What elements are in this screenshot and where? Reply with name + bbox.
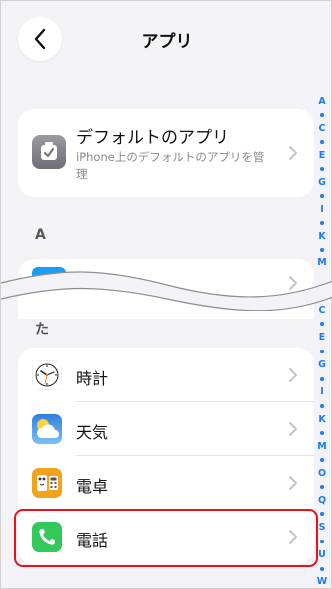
index-dot	[320, 167, 324, 171]
section-index-bottom[interactable]: C E G I K M O Q S U W	[316, 304, 328, 589]
section-index-top[interactable]: A C E G I K M	[316, 95, 328, 270]
chevron-right-icon	[289, 476, 297, 490]
index-letter[interactable]: W	[317, 575, 327, 589]
default-apps-title: デフォルトのアプリ	[76, 128, 229, 148]
index-letter[interactable]: C	[319, 122, 326, 136]
index-dot	[320, 247, 324, 252]
index-letter[interactable]: K	[318, 230, 325, 244]
app-row-clock[interactable]: 時計	[18, 348, 314, 402]
highlight-frame	[14, 509, 318, 567]
index-letter[interactable]: I	[320, 385, 324, 399]
index-dot	[320, 539, 324, 544]
index-letter[interactable]: G	[318, 176, 326, 190]
weather-icon	[32, 414, 62, 444]
index-dot	[320, 113, 324, 118]
app-name: 天気	[76, 423, 109, 442]
app-row-calculator[interactable]: 電卓	[18, 456, 314, 510]
app-name: 時計	[76, 369, 109, 388]
index-letter[interactable]: M	[317, 256, 326, 270]
index-dot	[320, 566, 324, 571]
section-header-a: A	[35, 227, 46, 243]
checkmark-badge-icon	[32, 135, 66, 169]
index-letter[interactable]: M	[317, 440, 326, 454]
index-letter[interactable]: S	[319, 521, 326, 535]
index-dot	[320, 512, 324, 517]
index-dot	[320, 403, 324, 408]
index-letter[interactable]: C	[319, 304, 326, 318]
chevron-right-icon	[289, 422, 297, 436]
page-title: アプリ	[141, 32, 193, 52]
calculator-icon	[32, 468, 62, 498]
chevron-right-icon	[289, 146, 297, 160]
index-dot	[320, 376, 324, 381]
default-apps-description: iPhone上のデフォルトのアプリを管理	[76, 150, 265, 181]
tear-separator	[1, 271, 332, 311]
chevron-right-icon	[289, 368, 297, 382]
index-letter[interactable]: A	[318, 95, 325, 109]
index-dot	[320, 349, 324, 354]
index-letter[interactable]: E	[319, 331, 326, 345]
index-dot	[320, 194, 324, 198]
index-letter[interactable]: U	[318, 548, 326, 562]
section-header-ta: た	[35, 322, 49, 338]
app-row-weather[interactable]: 天気	[18, 402, 314, 456]
clock-icon	[32, 360, 62, 390]
index-letter[interactable]: Q	[318, 494, 326, 508]
index-dot	[320, 430, 324, 435]
index-dot	[320, 322, 324, 327]
index-letter[interactable]: E	[319, 149, 326, 163]
index-letter[interactable]: G	[318, 358, 326, 372]
index-letter[interactable]: K	[318, 413, 325, 427]
index-letter[interactable]: O	[318, 467, 326, 481]
default-apps-row[interactable]: デフォルトのアプリ iPhone上のデフォルトのアプリを管理	[18, 109, 314, 197]
app-name: 電卓	[76, 477, 109, 496]
index-dot	[320, 140, 324, 145]
index-dot	[320, 458, 324, 463]
index-dot	[320, 221, 324, 225]
index-letter[interactable]: I	[320, 203, 324, 217]
index-dot	[320, 485, 324, 490]
